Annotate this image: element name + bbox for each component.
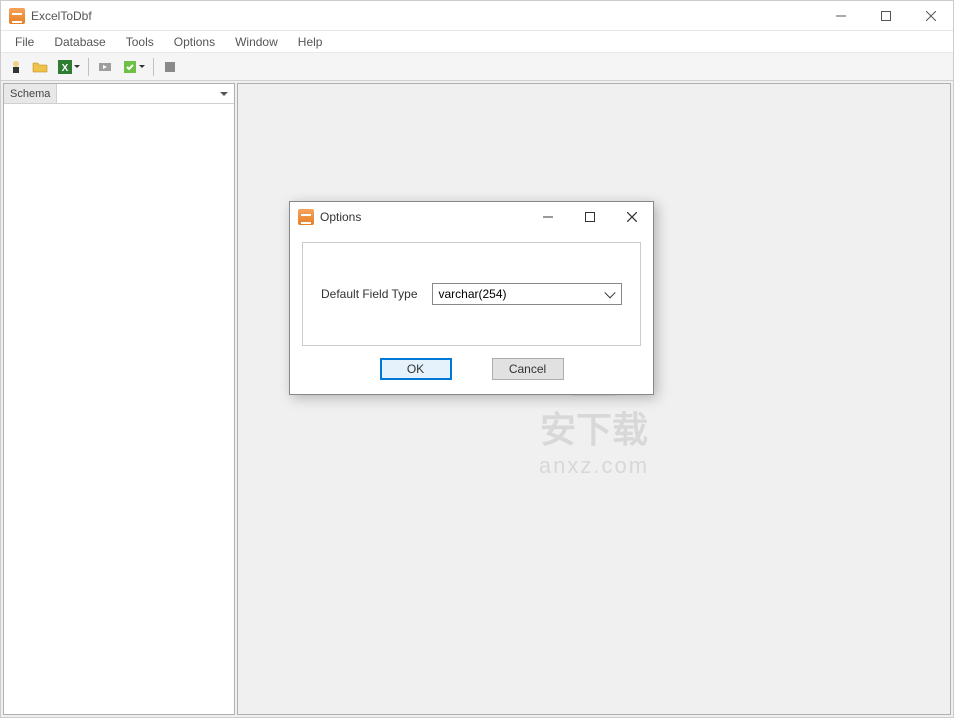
dialog-titlebar[interactable]: Options [290,202,653,232]
app-icon [9,8,25,24]
main-content-area: 安下载 anxz.com [237,83,951,715]
minimize-button[interactable] [818,1,863,30]
schema-label: Schema [4,84,57,103]
workspace: Schema 安下载 anxz.com [1,81,953,717]
maximize-button[interactable] [863,1,908,30]
toolbar-separator [88,58,89,76]
watermark-en: anxz.com [539,453,649,479]
default-field-type-dropdown[interactable]: varchar(254) [432,283,623,305]
open-icon[interactable] [29,56,51,78]
dialog-close-button[interactable] [611,203,653,232]
dialog-body: Default Field Type varchar(254) OK Cance… [290,232,653,394]
menu-window[interactable]: Window [225,33,288,51]
close-button[interactable] [908,1,953,30]
window-controls [818,1,953,30]
menubar: File Database Tools Options Window Help [1,31,953,53]
menu-database[interactable]: Database [44,33,115,51]
toolbar: X [1,53,953,81]
excel-icon[interactable]: X [53,56,83,78]
dialog-window-controls [527,203,653,232]
run-icon[interactable] [94,56,116,78]
toolbar-separator [153,58,154,76]
dialog-maximize-button[interactable] [569,203,611,232]
chevron-down-icon [139,65,145,68]
svg-text:X: X [61,63,68,74]
watermark-cn: 安下载 [539,401,649,453]
dialog-minimize-button[interactable] [527,203,569,232]
menu-tools[interactable]: Tools [116,33,164,51]
menu-help[interactable]: Help [288,33,333,51]
task-icon[interactable] [118,56,148,78]
sidebar-header: Schema [4,84,234,104]
wizard-icon[interactable] [5,56,27,78]
dialog-title: Options [320,210,527,224]
stop-icon[interactable] [159,56,181,78]
default-field-type-label: Default Field Type [321,287,418,301]
ok-button[interactable]: OK [380,358,452,380]
schema-sidebar: Schema [3,83,235,715]
default-field-type-value: varchar(254) [439,287,507,301]
chevron-down-icon [74,65,80,68]
dialog-icon [298,209,314,225]
cancel-button[interactable]: Cancel [492,358,564,380]
options-dialog: Options Default Field Type varchar(254) … [289,201,654,395]
options-groupbox: Default Field Type varchar(254) [302,242,641,346]
app-title: ExcelToDbf [31,9,818,23]
menu-options[interactable]: Options [164,33,225,51]
schema-dropdown[interactable] [57,84,234,103]
dialog-buttons: OK Cancel [302,346,641,382]
menu-file[interactable]: File [5,33,44,51]
main-titlebar: ExcelToDbf [1,1,953,31]
